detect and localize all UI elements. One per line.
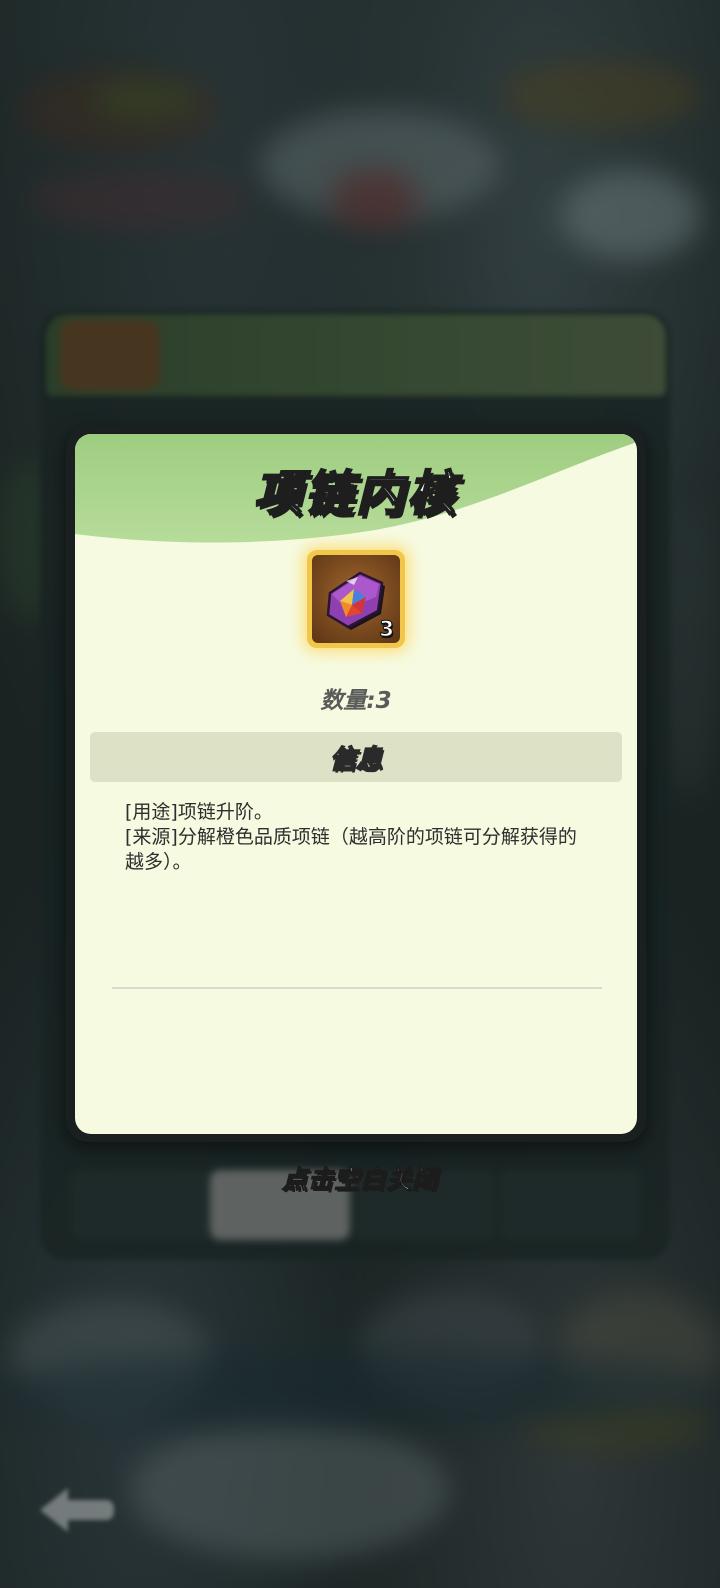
tap-blank-to-close-hint[interactable]: 点击空白关闭 <box>0 1160 720 1196</box>
item-quantity: 数量:3 <box>75 681 637 715</box>
dialog-body: 项链内核 3 数量:3 信息 [用途]项链升阶。 [来源]分解橙色品质项链（越高… <box>75 434 637 1134</box>
info-section-title: 信息 <box>329 744 383 776</box>
item-slot-background: 3 <box>312 555 400 643</box>
item-info-dialog: 项链内核 3 数量:3 信息 [用途]项链升阶。 [来源]分解橙色品质项链（越高… <box>66 426 646 1142</box>
dialog-title: 项链内核 <box>253 465 458 523</box>
quantity-value: 3 <box>375 688 392 714</box>
item-slot: 3 <box>307 550 405 648</box>
item-description: [用途]项链升阶。 [来源]分解橙色品质项链（越高阶的项链可分解获得的越多）。 <box>125 800 595 875</box>
description-source: [来源]分解橙色品质项链（越高阶的项链可分解获得的越多）。 <box>125 826 577 873</box>
quantity-label: 数量: <box>320 688 376 714</box>
description-usage: [用途]项链升阶。 <box>125 801 273 823</box>
dialog-divider <box>112 987 602 989</box>
item-count-badge: 3 <box>379 617 395 642</box>
info-section-header: 信息 <box>90 732 622 782</box>
